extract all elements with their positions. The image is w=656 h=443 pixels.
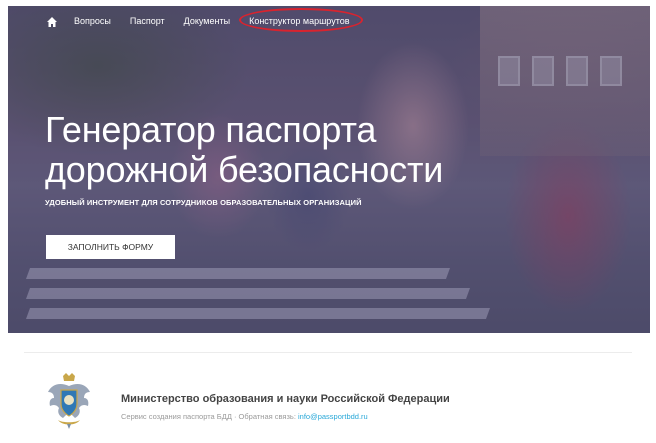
nav-item-route-builder[interactable]: Конструктор маршрутов: [239, 8, 364, 32]
footer-info-text: Сервис создания паспорта БДД · Обратная …: [121, 412, 298, 421]
hero-title: Генератор паспорта дорожной безопасности: [45, 110, 505, 190]
top-nav: Вопросы Паспорт Документы Конструктор ма…: [8, 6, 650, 36]
feedback-email-link[interactable]: info@passportbdd.ru: [298, 412, 368, 421]
hero-title-line1: Генератор паспорта: [45, 109, 377, 150]
ministry-name: Министерство образования и науки Российс…: [121, 393, 450, 405]
nav-item-documents[interactable]: Документы: [184, 16, 230, 26]
nav-item-passport[interactable]: Паспорт: [130, 16, 165, 26]
hero-subtitle: УДОБНЫЙ ИНСТРУМЕНТ ДЛЯ СОТРУДНИКОВ ОБРАЗ…: [45, 198, 362, 207]
emblem-icon: [46, 372, 92, 430]
footer-info: Сервис создания паспорта БДД · Обратная …: [121, 412, 368, 421]
hero-title-line2: дорожной безопасности: [45, 149, 444, 190]
nav-item-route-builder-label: Конструктор маршрутов: [249, 16, 350, 26]
page: Вопросы Паспорт Документы Конструктор ма…: [0, 0, 656, 443]
hero-banner: Вопросы Паспорт Документы Конструктор ма…: [8, 6, 650, 333]
nav-item-questions[interactable]: Вопросы: [74, 16, 111, 26]
footer-divider: [24, 352, 632, 353]
fill-form-button[interactable]: ЗАПОЛНИТЬ ФОРМУ: [46, 235, 175, 259]
home-icon[interactable]: [46, 15, 58, 27]
